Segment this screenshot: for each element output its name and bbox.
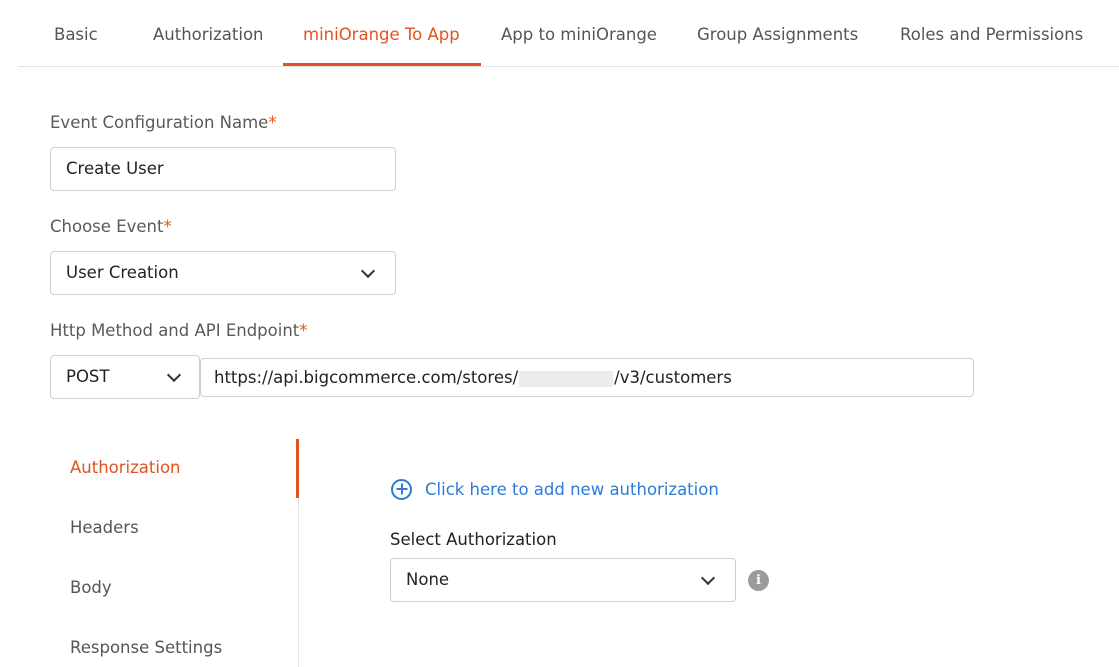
info-icon[interactable]: i: [748, 570, 769, 591]
endpoint-suffix: /v3/customers: [614, 368, 732, 387]
redacted-store-id: [519, 370, 614, 387]
tab-bar: Basic Authorization miniOrange To App Ap…: [18, 0, 1119, 67]
plus-circle-icon: [391, 478, 412, 500]
required-marker: *: [163, 217, 172, 236]
chevron-down-icon: [166, 367, 182, 383]
vnav-active-indicator: [296, 439, 299, 498]
http-endpoint-label: Http Method and API Endpoint*: [50, 321, 308, 340]
http-method-value: POST: [66, 367, 110, 386]
event-name-label-text: Event Configuration Name: [50, 113, 269, 132]
choose-event-label-text: Choose Event: [50, 217, 164, 236]
tab-roles-and-permissions[interactable]: Roles and Permissions: [900, 0, 1083, 66]
event-name-value: Create User: [66, 159, 164, 178]
vnav-response-settings[interactable]: Response Settings: [70, 638, 222, 657]
event-name-input[interactable]: Create User: [50, 147, 396, 191]
chevron-down-icon: [360, 263, 376, 279]
http-method-select[interactable]: POST: [50, 355, 200, 399]
tab-miniorange-to-app[interactable]: miniOrange To App: [303, 0, 460, 66]
vnav-body[interactable]: Body: [70, 578, 112, 597]
active-tab-indicator: [283, 63, 481, 66]
add-authorization-text: Click here to add new authorization: [425, 479, 719, 499]
tab-authorization[interactable]: Authorization: [153, 0, 264, 66]
choose-event-select[interactable]: User Creation: [50, 251, 396, 295]
required-marker: *: [268, 113, 277, 132]
api-endpoint-input[interactable]: https://api.bigcommerce.com/stores/ /v3/c…: [200, 358, 974, 397]
tab-group-assignments[interactable]: Group Assignments: [697, 0, 858, 66]
event-name-label: Event Configuration Name*: [50, 113, 277, 132]
select-authorization-dropdown[interactable]: None: [390, 558, 736, 602]
chevron-down-icon: [700, 570, 716, 586]
required-marker: *: [299, 321, 308, 340]
tab-app-to-miniorange[interactable]: App to miniOrange: [501, 0, 657, 66]
http-endpoint-label-text: Http Method and API Endpoint: [50, 321, 300, 340]
select-authorization-value: None: [406, 570, 450, 589]
app-integration-page: Basic Authorization miniOrange To App Ap…: [0, 0, 1119, 667]
vnav-authorization[interactable]: Authorization: [70, 458, 181, 477]
tab-basic[interactable]: Basic: [54, 0, 98, 66]
choose-event-value: User Creation: [66, 263, 179, 282]
select-authorization-label: Select Authorization: [390, 530, 557, 549]
vnav-headers[interactable]: Headers: [70, 518, 139, 537]
endpoint-prefix: https://api.bigcommerce.com/stores/: [214, 368, 519, 387]
choose-event-label: Choose Event*: [50, 217, 172, 236]
add-authorization-link[interactable]: Click here to add new authorization: [391, 476, 719, 502]
